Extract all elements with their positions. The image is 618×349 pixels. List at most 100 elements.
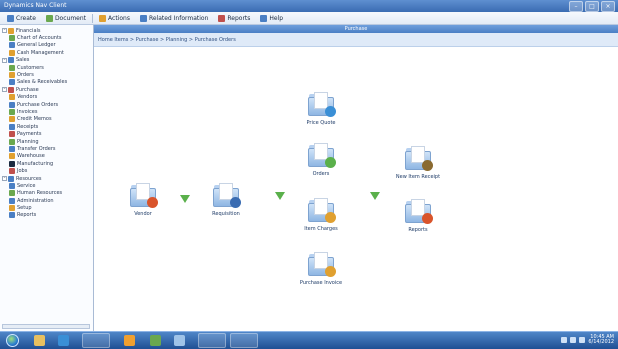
related-information-label: Related Information [148, 14, 209, 22]
sidebar-item[interactable]: - Sales [2, 57, 91, 64]
maximize-button[interactable]: □ [585, 1, 599, 12]
sidebar-item[interactable]: Reports [2, 212, 91, 219]
toolbar-divider [92, 13, 94, 23]
page-title: Purchase [94, 25, 618, 33]
expand-toggle-icon[interactable]: - [2, 176, 7, 181]
tile-vendor[interactable]: Vendor [119, 182, 167, 217]
reports-badge [422, 213, 433, 224]
sidebar-item[interactable]: Customers [2, 64, 91, 71]
sidebar-item-label: Manufacturing [17, 160, 54, 167]
sidebar-item-label: Financials [16, 27, 41, 34]
purchase-invoice-badge [325, 266, 336, 277]
actions-label: Actions [108, 14, 130, 22]
sidebar-scrollbar[interactable] [2, 324, 90, 329]
reports-button[interactable]: Reports [214, 13, 254, 24]
reports-label: Reports [227, 14, 251, 22]
sidebar-item[interactable]: General Ledger [2, 42, 91, 49]
node-icon [9, 160, 15, 167]
internet-explorer-icon[interactable] [58, 335, 69, 346]
sidebar-item[interactable]: Jobs [2, 167, 91, 175]
window-controls: – □ × [569, 1, 615, 12]
minimize-button[interactable]: – [569, 1, 583, 12]
explorer-icon[interactable] [34, 335, 45, 346]
network-icon[interactable] [561, 337, 568, 343]
related-information-button[interactable]: Related Information [136, 13, 212, 24]
sidebar-item[interactable]: Credit Memos [2, 116, 91, 123]
volume-icon[interactable] [570, 337, 577, 343]
tile-reports[interactable]: Reports [394, 198, 442, 233]
sidebar-item-label: Resources [16, 175, 42, 182]
document-button[interactable]: Document [42, 13, 90, 24]
excel-icon[interactable] [174, 335, 185, 346]
tile-new-item-receipt[interactable]: New Item Receipt [394, 145, 442, 180]
actions-button[interactable]: Actions [95, 13, 134, 24]
sidebar-item-label: Cash Management [17, 49, 64, 56]
toolbar: Create Document Actions Related Informat… [0, 12, 618, 25]
node-icon [9, 190, 15, 197]
sidebar-item[interactable]: Human Resources [2, 190, 91, 197]
node-icon [9, 138, 15, 145]
sidebar-item-label: Service [17, 182, 36, 189]
clock[interactable]: 10:45 AM 6/14/2012 [588, 335, 614, 345]
sidebar-item-label: Administration [17, 197, 54, 204]
node-icon [8, 175, 14, 182]
sidebar-item[interactable]: Receipts [2, 123, 91, 130]
sidebar-item[interactable]: Payments [2, 130, 91, 138]
tile-item-charges[interactable]: Item Charges [297, 197, 345, 232]
help-button[interactable]: Help [256, 13, 287, 24]
start-button[interactable] [6, 334, 19, 347]
actions-icon [99, 14, 107, 22]
sidebar-item-label: Payments [17, 131, 42, 138]
price-quote-badge [325, 106, 336, 117]
sidebar-item-label: Chart of Accounts [17, 35, 62, 42]
tile-purchase-invoice[interactable]: Purchase Invoice [297, 251, 345, 286]
sidebar-item[interactable]: - Purchase [2, 86, 91, 93]
sidebar-item-label: Sales & Receivables [17, 79, 68, 86]
item-charges-badge [325, 212, 336, 223]
sidebar-item-label: Invoices [17, 108, 38, 115]
window-title: Dynamics Nav Client [4, 2, 67, 9]
node-icon [9, 72, 15, 79]
sidebar-item[interactable]: Service [2, 182, 91, 189]
requisition-badge [230, 197, 241, 208]
create-button[interactable]: Create [3, 13, 40, 24]
outlook-icon[interactable] [124, 335, 135, 346]
tile-requisition[interactable]: Requisition [202, 182, 250, 217]
sidebar-item[interactable]: Chart of Accounts [2, 34, 91, 42]
tile-orders[interactable]: Orders [297, 142, 345, 177]
flag-icon[interactable] [579, 337, 586, 343]
sidebar-item-label: Jobs [17, 168, 28, 175]
sidebar-item[interactable]: Administration [2, 197, 91, 204]
sidebar-item[interactable]: Cash Management [2, 49, 91, 56]
arrow-icon [370, 192, 380, 200]
sidebar-item[interactable]: Warehouse [2, 153, 91, 160]
node-icon [8, 86, 14, 93]
dynamics-nav-taskbar-button[interactable] [82, 333, 110, 348]
sidebar-item[interactable]: Invoices [2, 108, 91, 115]
arrow-icon [180, 195, 190, 203]
node-icon [9, 131, 15, 138]
document-label: Document [54, 14, 87, 22]
tile-price-quote[interactable]: Price Quote [297, 91, 345, 126]
close-button[interactable]: × [601, 1, 615, 12]
sidebar-item[interactable]: Manufacturing [2, 160, 91, 167]
sidebar-item[interactable]: - Financials [2, 27, 91, 34]
sidebar-item[interactable]: Orders [2, 71, 91, 79]
sidebar-item[interactable]: Planning [2, 138, 91, 145]
node-icon [9, 42, 15, 49]
sidebar-item[interactable]: Vendors [2, 94, 91, 101]
sidebar-item[interactable]: Sales & Receivables [2, 79, 91, 86]
paint-taskbar-button[interactable] [198, 333, 226, 348]
expand-toggle-icon[interactable]: - [2, 87, 7, 93]
sidebar-item[interactable]: - Resources [2, 175, 91, 182]
expand-toggle-icon[interactable]: - [2, 57, 7, 63]
sidebar-item[interactable]: Setup [2, 204, 91, 212]
sidebar-item[interactable]: Purchase Orders [2, 101, 91, 108]
calculator-taskbar-button[interactable] [230, 333, 258, 348]
expand-toggle-icon[interactable]: - [2, 28, 7, 34]
node-icon [9, 212, 15, 219]
navigation-tree: - Financials Chart of Accounts General Ledg… [2, 27, 91, 219]
word-icon[interactable] [150, 335, 161, 346]
sidebar-item[interactable]: Transfer Orders [2, 145, 91, 152]
node-icon [9, 197, 15, 204]
